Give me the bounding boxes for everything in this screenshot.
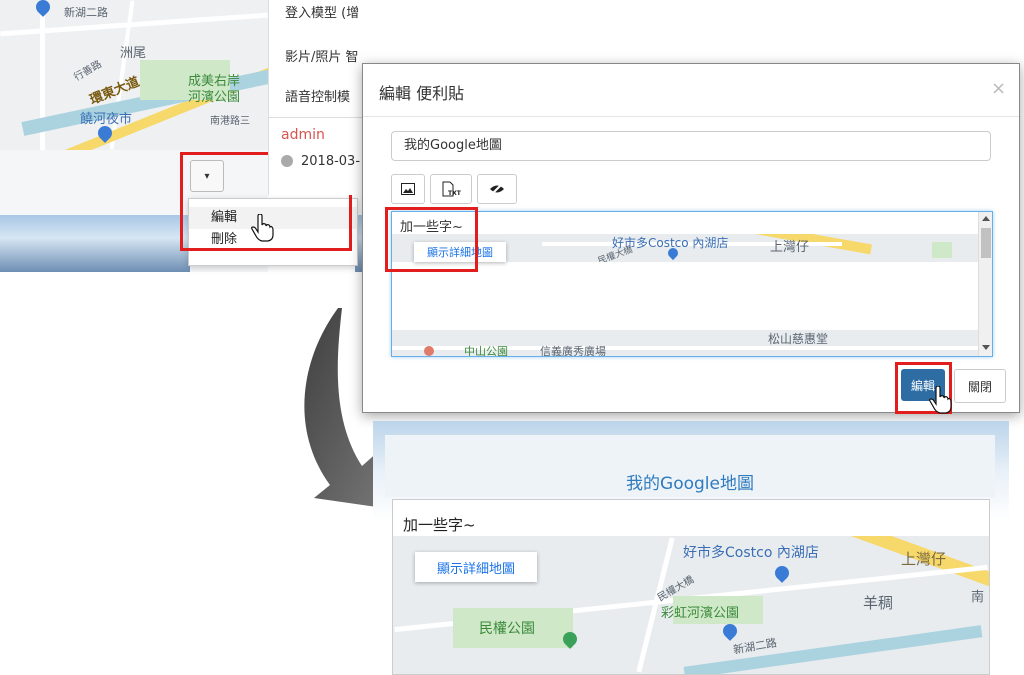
result-panel: 我的Google地圖 加一些字~ 好市多Costco 內湖店 上灣仔 民權大橋 … (373, 421, 1009, 675)
show-detailed-map-button[interactable]: 顯示詳細地圖 (415, 552, 537, 582)
image-icon (401, 183, 415, 195)
editor-map-bottom: 松山慈惠堂 中山公園 信義廣秀廣場 (392, 330, 978, 356)
insert-image-button[interactable] (391, 174, 425, 204)
editor-scrollbar[interactable] (978, 212, 992, 356)
eye-slash-icon (490, 183, 504, 195)
result-title: 我的Google地圖 (626, 474, 754, 494)
map-marker-icon (424, 346, 434, 356)
left-map: 新湖二路 洲尾 行善路 環東大道 成美右岸 河濱公園 饒河夜市 南港路三 (0, 0, 268, 150)
globe-icon (281, 155, 293, 167)
map-label: 上灣仔 (901, 550, 947, 568)
map-label: 松山慈惠堂 (768, 332, 829, 346)
note-content-editor[interactable]: 加一些字~ 好市多Costco 內湖店 上灣仔 民權大橋 顯示詳細地圖 松山慈惠… (391, 211, 993, 357)
list-row: 語音控制模 (285, 90, 351, 105)
map-label: 信義廣秀廣場 (540, 345, 606, 356)
txt-file-icon: TXT (442, 181, 461, 197)
map-pin-icon (720, 621, 740, 641)
list-row: 登入模型 (增 (285, 6, 360, 21)
modal-header-divider (363, 116, 1019, 117)
close-icon[interactable]: × (991, 78, 1006, 99)
close-button[interactable]: 關閉 (954, 369, 1006, 403)
map-label: 饒河夜市 (80, 112, 133, 127)
map-label: 民權公園 (479, 621, 535, 637)
map-label: 洲尾 (120, 46, 147, 61)
result-text: 加一些字~ (403, 516, 476, 534)
map-label: 上灣仔 (770, 240, 810, 255)
scroll-down-arrow-icon (982, 345, 990, 350)
map-label: 南 (971, 590, 985, 605)
note-title-input[interactable]: 我的Google地圖 (391, 131, 991, 161)
scroll-thumb[interactable] (981, 228, 991, 258)
author-link[interactable]: admin (281, 127, 325, 143)
insert-text-button[interactable]: TXT (430, 174, 472, 204)
map-label: 新湖二路 (64, 6, 108, 19)
hand-cursor-icon (929, 386, 952, 414)
map-label: 河濱公園 (188, 90, 241, 105)
toggle-visibility-button[interactable] (477, 174, 517, 204)
map-label: 中山公園 (464, 345, 508, 356)
svg-text:TXT: TXT (448, 190, 461, 197)
map-label: 南港路三 (210, 116, 250, 127)
highlight-box-editor-text (385, 207, 478, 272)
map-pin-icon (772, 563, 792, 583)
post-date: 2018-03- (301, 154, 361, 169)
modal-title: 編輯 便利貼 (379, 84, 465, 103)
map-label: 彩虹河濱公園 (661, 606, 740, 621)
result-content: 加一些字~ 好市多Costco 內湖店 上灣仔 民權大橋 彩虹河濱公園 羊稠 民… (392, 499, 990, 675)
map-label: 好市多Costco 內湖店 (683, 545, 819, 561)
map-label: 羊稠 (863, 594, 894, 612)
sky-strip (0, 215, 190, 272)
scroll-up-arrow-icon (982, 216, 990, 221)
list-row: 影片/照片 智 (285, 50, 359, 65)
